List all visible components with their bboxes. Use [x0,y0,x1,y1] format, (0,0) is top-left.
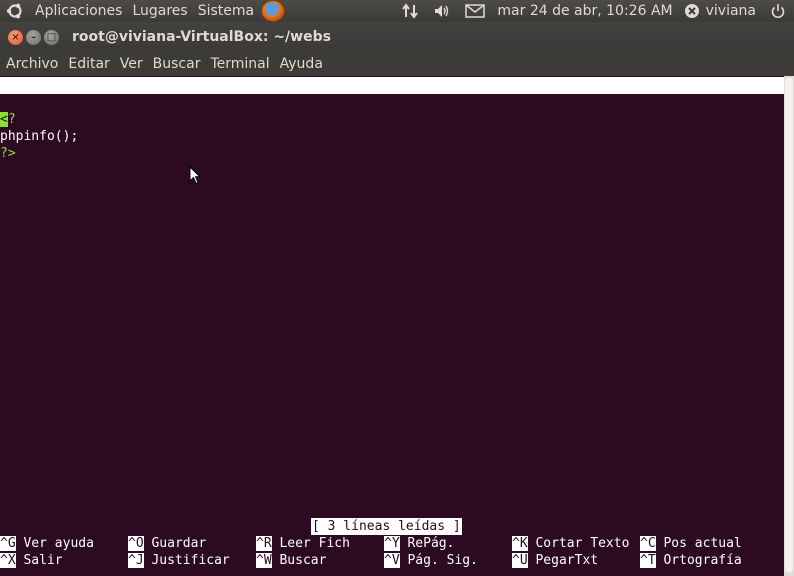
nano-status-message: [ 3 líneas leídas ] [311,518,462,535]
shortcut-label: Ver ayuda [23,536,94,551]
window-title: root@viviana-VirtualBox: ~/webs [72,29,331,45]
window-titlebar[interactable]: × – □ root@viviana-VirtualBox: ~/webs [0,22,794,52]
shortcut-label: Pág. Sig. [407,553,478,568]
shortcut-label: Salir [23,553,63,568]
shortcut-key: ^J [128,553,144,568]
shortcut-key: ^W [256,553,272,568]
menu-lugares[interactable]: Lugares [127,0,192,22]
menu-editar[interactable]: Editar [62,52,113,76]
menu-archivo[interactable]: Archivo [0,52,62,76]
shortcut-repag[interactable]: ^Y RePág. [384,535,454,552]
shortcut-label: Ortografía [663,553,742,568]
shortcut-label: Leer Fich [279,536,350,551]
shortcut-pos-actual[interactable]: ^C Pos actual [640,535,742,552]
menu-sistema[interactable]: Sistema [193,0,259,22]
shortcut-cortar-texto[interactable]: ^K Cortar Texto [512,535,629,552]
user-name[interactable]: viviana [703,3,762,19]
shortcut-label: Buscar [279,553,327,568]
shortcut-key: ^O [128,536,144,551]
shortcut-key: ^K [512,536,528,551]
nano-version: GNU nano 2.2.4 [15,95,125,110]
shortcut-label: Pos actual [663,536,742,551]
shortcut-justificar[interactable]: ^J Justificar [128,552,230,569]
shortcut-buscar[interactable]: ^W Buscar [256,552,326,569]
terminal-scrollbar[interactable] [784,76,794,576]
shortcut-guardar[interactable]: ^O Guardar [128,535,206,552]
shortcut-salir[interactable]: ^X Salir [0,552,63,569]
shortcut-pag-sig[interactable]: ^V Pág. Sig. [384,552,478,569]
shortcut-label: Cortar Texto [535,536,630,551]
shortcut-key: ^T [640,553,656,568]
minimize-window-button[interactable]: – [26,29,41,45]
shortcut-key: ^C [640,536,656,551]
shortcut-leer-fich[interactable]: ^R Leer Fich [256,535,350,552]
menu-ayuda[interactable]: Ayuda [274,52,327,76]
shortcut-ver-ayuda[interactable]: ^G Ver ayuda [0,535,94,552]
shortcut-label: Justificar [151,553,230,568]
terminal-menubar: Archivo Editar Ver Buscar Terminal Ayuda [0,52,794,76]
shortcut-key: ^U [512,553,528,568]
scrollbar-thumb[interactable] [785,78,793,572]
shortcut-key: ^R [256,536,272,551]
shortcut-key: ^G [0,536,16,551]
firefox-icon[interactable] [261,0,286,22]
shortcut-ortografia[interactable]: ^T Ortografía [640,552,742,569]
code-line-1[interactable]: <? [0,111,16,128]
shortcut-key: ^V [384,553,400,568]
power-icon[interactable] [770,3,786,19]
menu-ver[interactable]: Ver [114,52,147,76]
shortcut-label: Guardar [151,536,207,551]
network-icon[interactable] [401,3,419,19]
nano-filename: Archivo: prueba.php [271,112,420,127]
text-cursor: < [0,112,8,127]
shortcut-label: PegarTxt [535,553,599,568]
shortcut-key: ^Y [384,536,400,551]
menu-aplicaciones[interactable]: Aplicaciones [30,0,127,22]
terminal-area[interactable]: GNU nano 2.2.4 Archivo: prueba.php <? ph… [0,76,784,576]
maximize-window-button[interactable]: □ [44,29,59,45]
menu-terminal[interactable]: Terminal [204,52,273,76]
desktop-screen: Aplicaciones Lugares Sistema mar 24 de a… [0,0,794,576]
code-line-2[interactable]: phpinfo(); [0,128,78,145]
ubuntu-logo-icon[interactable] [6,2,24,20]
user-status-icon[interactable] [684,3,700,19]
shortcut-key: ^X [0,553,16,568]
volume-icon[interactable] [433,3,451,19]
php-open-tag: ? [7,112,16,127]
code-line-3[interactable]: ?> [0,145,16,162]
top-panel: Aplicaciones Lugares Sistema mar 24 de a… [0,0,794,22]
mail-icon[interactable] [465,4,486,18]
menu-buscar[interactable]: Buscar [147,52,205,76]
shortcut-pegartxt[interactable]: ^U PegarTxt [512,552,598,569]
nano-header: GNU nano 2.2.4 Archivo: prueba.php [0,77,784,127]
shortcut-label: RePág. [407,536,455,551]
mouse-pointer-icon [189,166,201,185]
clock[interactable]: mar 24 de abr, 10:26 AM [492,3,677,19]
close-window-button[interactable]: × [8,29,23,45]
